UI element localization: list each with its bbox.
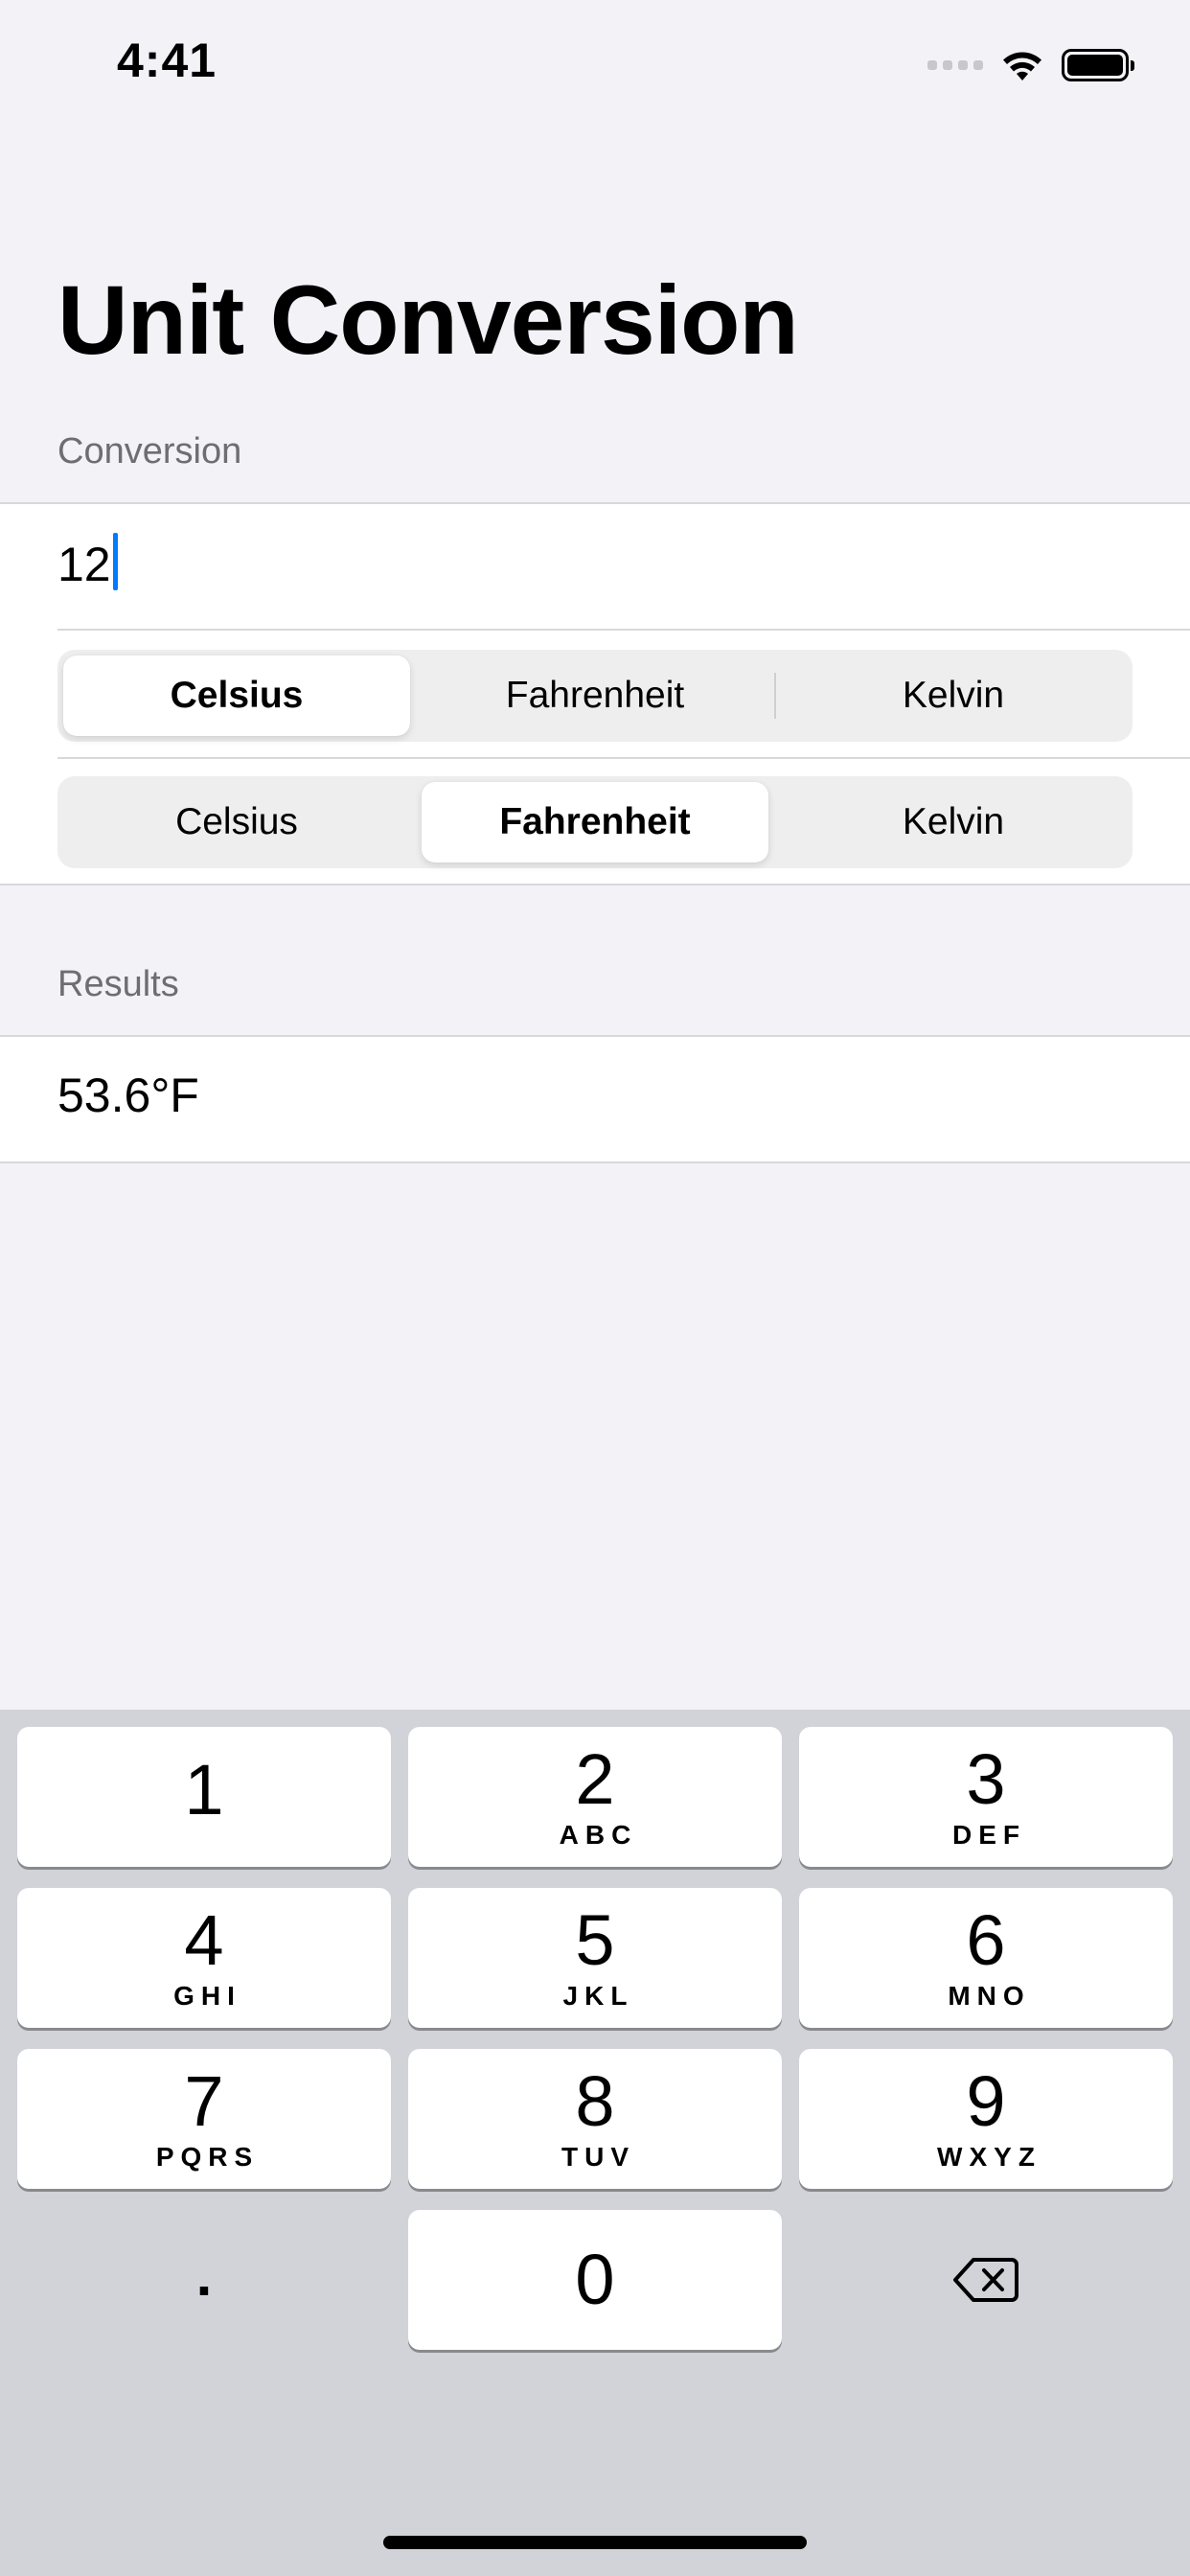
key-delete[interactable] <box>799 2210 1173 2350</box>
key-3[interactable]: 3 DEF <box>799 1727 1173 1867</box>
key-letters: ABC <box>559 1820 638 1850</box>
results-section-header: Results <box>57 964 179 1004</box>
amount-input-value: 12 <box>57 538 111 591</box>
key-4[interactable]: 4 GHI <box>17 1888 391 2028</box>
result-value: 53.6°F <box>57 1069 199 1122</box>
key-digit: 8 <box>575 2061 615 2141</box>
from-unit-celsius[interactable]: Celsius <box>63 656 410 736</box>
key-digit: 2 <box>575 1739 615 1819</box>
decimal-label: . <box>195 2242 213 2308</box>
row-divider <box>57 757 1190 759</box>
key-digit: 3 <box>966 1739 1006 1819</box>
key-letters: GHI <box>173 1981 241 2011</box>
key-9[interactable]: 9 WXYZ <box>799 2049 1173 2189</box>
key-digit: 6 <box>966 1900 1006 1980</box>
key-digit: 7 <box>184 2061 224 2141</box>
to-unit-celsius[interactable]: Celsius <box>63 782 410 862</box>
page-title: Unit Conversion <box>57 265 799 375</box>
delete-backward-icon <box>953 2258 1018 2302</box>
key-letters: MNO <box>948 1981 1031 2011</box>
key-5[interactable]: 5 JKL <box>408 1888 782 2028</box>
amount-input[interactable]: 12 <box>57 533 118 592</box>
key-letters: WXYZ <box>937 2142 1041 2172</box>
wifi-icon <box>1003 52 1041 80</box>
key-6[interactable]: 6 MNO <box>799 1888 1173 2028</box>
key-7[interactable]: 7 PQRS <box>17 2049 391 2189</box>
status-time: 4:41 <box>117 34 217 87</box>
conversion-section-header: Conversion <box>57 431 242 472</box>
key-letters: PQRS <box>155 2142 260 2172</box>
key-digit: 1 <box>184 1750 224 1829</box>
key-2[interactable]: 2 ABC <box>408 1727 782 1867</box>
to-unit-picker: Celsius Fahrenheit Kelvin <box>57 776 1133 868</box>
from-unit-fahrenheit[interactable]: Fahrenheit <box>422 656 768 736</box>
row-divider <box>57 629 1190 631</box>
to-unit-kelvin[interactable]: Kelvin <box>780 782 1127 862</box>
key-1[interactable]: 1 <box>17 1727 391 1867</box>
battery-icon <box>1062 49 1134 81</box>
key-8[interactable]: 8 TUV <box>408 2049 782 2189</box>
home-indicator[interactable] <box>383 2536 807 2549</box>
status-icons <box>927 42 1134 88</box>
key-0[interactable]: 0 <box>408 2210 782 2350</box>
key-digit: 0 <box>575 2240 615 2319</box>
key-digit: 4 <box>184 1900 224 1980</box>
key-letters: TUV <box>561 2142 635 2172</box>
numeric-keypad: 1 2 ABC 3 DEF 4 GHI 5 JKL 6 MNO 7 PQRS 8… <box>0 1710 1190 2576</box>
key-digit: 9 <box>966 2061 1006 2141</box>
key-letters: DEF <box>952 1820 1026 1850</box>
key-digit: 5 <box>575 1900 615 1980</box>
from-unit-picker: Celsius Fahrenheit Kelvin <box>57 650 1133 742</box>
segment-divider <box>774 673 776 719</box>
from-unit-kelvin[interactable]: Kelvin <box>780 656 1127 736</box>
to-unit-fahrenheit[interactable]: Fahrenheit <box>422 782 768 862</box>
key-decimal[interactable]: . <box>17 2210 391 2350</box>
text-cursor <box>112 533 118 590</box>
cellular-signal-icon <box>927 60 983 70</box>
key-letters: JKL <box>562 1981 634 2011</box>
